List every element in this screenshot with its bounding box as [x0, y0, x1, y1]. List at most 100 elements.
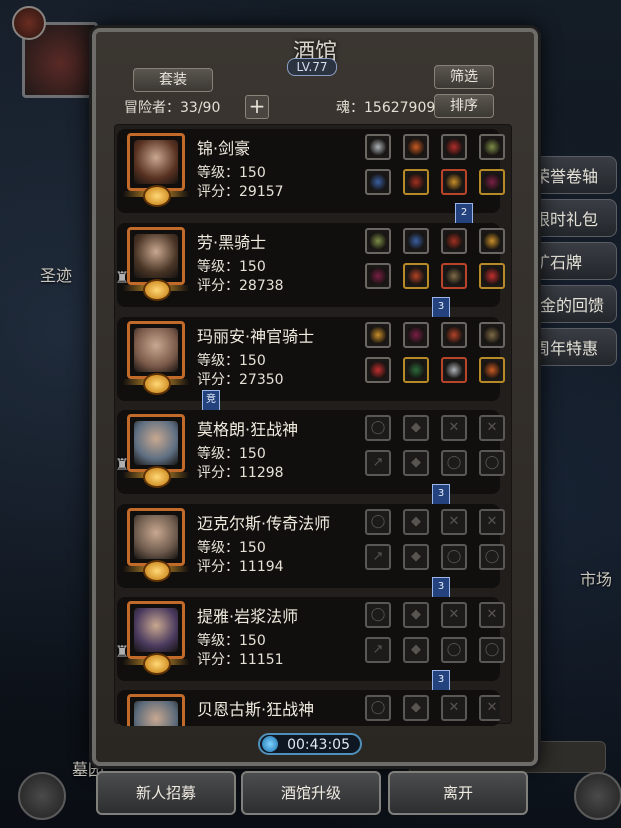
equipment-slot[interactable]: ◯ [365, 509, 391, 535]
equipment-slot[interactable]: ◯ [365, 602, 391, 628]
equipment-slot[interactable]: ◯ [441, 544, 467, 570]
equipment-item-icon [370, 327, 386, 343]
equipment-slot[interactable]: ✕ [479, 415, 505, 441]
equipment-slot[interactable] [403, 134, 429, 160]
hero-face [134, 608, 178, 652]
equipment-slot[interactable] [479, 357, 505, 383]
equipment-slot[interactable] [479, 322, 505, 348]
equipment-slot[interactable] [479, 134, 505, 160]
ore-card-button[interactable]: 矿石牌 [525, 242, 617, 280]
equipment-slot[interactable]: ✕ [479, 509, 505, 535]
equipment-slot[interactable]: ↗ [365, 544, 391, 570]
tavern-upgrade-button[interactable]: 酒馆升级 [241, 771, 381, 815]
empty-slot-icon: ✕ [486, 514, 498, 529]
limited-pack-button[interactable]: 限时礼包 [525, 199, 617, 237]
timer: 00:43:05 [258, 733, 362, 755]
sort-button[interactable]: 排序 [434, 94, 494, 118]
equipment-slot[interactable] [479, 263, 505, 289]
hero-portrait [127, 508, 185, 566]
hero-score: 评分：28738 [197, 278, 284, 294]
equipment-slot[interactable] [365, 134, 391, 160]
empty-slot-icon: ◆ [411, 420, 421, 435]
equipment-slot[interactable]: ◆ [403, 415, 429, 441]
star-badge: 3 [432, 484, 450, 506]
equipment-slot[interactable] [365, 228, 391, 254]
equipment-slot[interactable] [479, 169, 505, 195]
anniversary-button[interactable]: 周年特惠 [525, 328, 617, 366]
equipment-slot[interactable]: ◯ [441, 450, 467, 476]
plus-icon[interactable] [574, 772, 621, 820]
hero-row[interactable]: 锦·剑豪 等级：150 评分：29157 [117, 129, 505, 213]
hero-level: 等级：150 [197, 540, 266, 556]
filter-button[interactable]: 筛选 [434, 65, 494, 89]
equipment-slot[interactable]: ✕ [441, 415, 467, 441]
equipment-slot[interactable] [441, 263, 467, 289]
empty-slot-icon: ◯ [484, 642, 500, 657]
hero-name: 劳·黑骑士 [197, 233, 267, 252]
equipment-item-icon [370, 362, 386, 378]
equipment-slot[interactable]: ✕ [479, 695, 500, 721]
equipment-slot[interactable] [441, 228, 467, 254]
recruit-button[interactable]: 新人招募 [96, 771, 236, 815]
equipment-slot[interactable] [365, 357, 391, 383]
add-adventurer-button[interactable]: + [245, 95, 269, 119]
star-badge: 3 [432, 577, 450, 599]
equipment-slot[interactable]: ✕ [441, 509, 467, 535]
leave-button[interactable]: 离开 [388, 771, 528, 815]
settings-button[interactable] [18, 772, 66, 820]
hero-row[interactable]: ♜ 莫格朗·狂战神 等级：150 评分：11298 ◯ ◆ ✕ ✕ ↗ ◆ ◯ ◯ [115, 410, 505, 494]
equipment-slot[interactable]: ↗ [365, 450, 391, 476]
hero-row[interactable]: 玛丽安·神官骑士 等级：150 评分：27350 [117, 317, 505, 401]
equipment-slot[interactable]: ◆ [403, 695, 429, 721]
hero-portrait [127, 133, 185, 191]
equipment-slot[interactable]: ◆ [403, 450, 429, 476]
equipment-slot[interactable] [403, 357, 429, 383]
equipment-slot[interactable] [365, 169, 391, 195]
equipment-slot[interactable]: ◯ [479, 637, 505, 663]
map-label-market: 市场 [580, 570, 613, 589]
timer-value: 00:43:05 [287, 737, 350, 753]
hero-level: 等级：150 [197, 633, 266, 649]
equipment-slot[interactable]: ◆ [403, 602, 429, 628]
equipment-slot[interactable] [365, 263, 391, 289]
equipment-slot[interactable]: ✕ [479, 602, 505, 628]
suit-button[interactable]: 套装 [133, 68, 213, 92]
equipment-item-icon [484, 327, 500, 343]
hero-row[interactable]: ♜ 劳·黑骑士 等级：150 评分：28738 [115, 223, 505, 307]
equipment-slot[interactable] [441, 322, 467, 348]
equipment-slot[interactable]: ◯ [479, 450, 505, 476]
star-badge: 3 [432, 297, 450, 319]
equipment-slot[interactable]: ◆ [403, 509, 429, 535]
equipment-slot[interactable]: ◆ [403, 544, 429, 570]
close-icon[interactable] [12, 6, 46, 40]
equipment-slot[interactable]: ◯ [441, 637, 467, 663]
equipment-slot[interactable] [365, 322, 391, 348]
hero-row[interactable]: 迈克尔斯·传奇法师 等级：150 评分：11194 ◯ ◆ ✕ ✕ ↗ ◆ ◯ ◯ [117, 504, 505, 588]
equipment-slot[interactable]: ✕ [441, 602, 467, 628]
rank-medal-icon [145, 562, 169, 580]
equipment-slot[interactable] [479, 228, 505, 254]
equipment-slot[interactable]: ◯ [479, 544, 505, 570]
equipment-slot[interactable]: ◯ [365, 695, 391, 721]
equipment-slot[interactable] [441, 134, 467, 160]
equipment-slot[interactable] [403, 228, 429, 254]
empty-slot-icon: ◯ [370, 514, 386, 529]
equipment-slot[interactable] [441, 357, 467, 383]
equipment-slot[interactable]: ↗ [365, 637, 391, 663]
hero-face [134, 701, 178, 726]
honor-scroll-button[interactable]: 荣誉卷轴 [525, 156, 617, 194]
equipment-item-icon [370, 233, 386, 249]
equipment-slot[interactable] [403, 322, 429, 348]
equipment-item-icon [484, 174, 500, 190]
equipment-slot[interactable]: ◆ [403, 637, 429, 663]
equipment-slot[interactable] [403, 263, 429, 289]
hero-row[interactable]: 贝恩古斯·狂战神◯◆✕✕↗◆◯◯ [117, 690, 500, 726]
equipment-item-icon [446, 139, 462, 155]
hero-level: 等级：150 [197, 259, 266, 275]
equipment-slot[interactable] [403, 169, 429, 195]
equipment-slot[interactable] [441, 169, 467, 195]
equipment-item-icon [408, 174, 424, 190]
hero-row[interactable]: ♜ 提雅·岩浆法师 等级：150 评分：11151 ◯ ◆ ✕ ✕ ↗ ◆ ◯ ◯ [115, 597, 505, 681]
equipment-slot[interactable]: ◯ [365, 415, 391, 441]
equipment-slot[interactable]: ✕ [441, 695, 467, 721]
